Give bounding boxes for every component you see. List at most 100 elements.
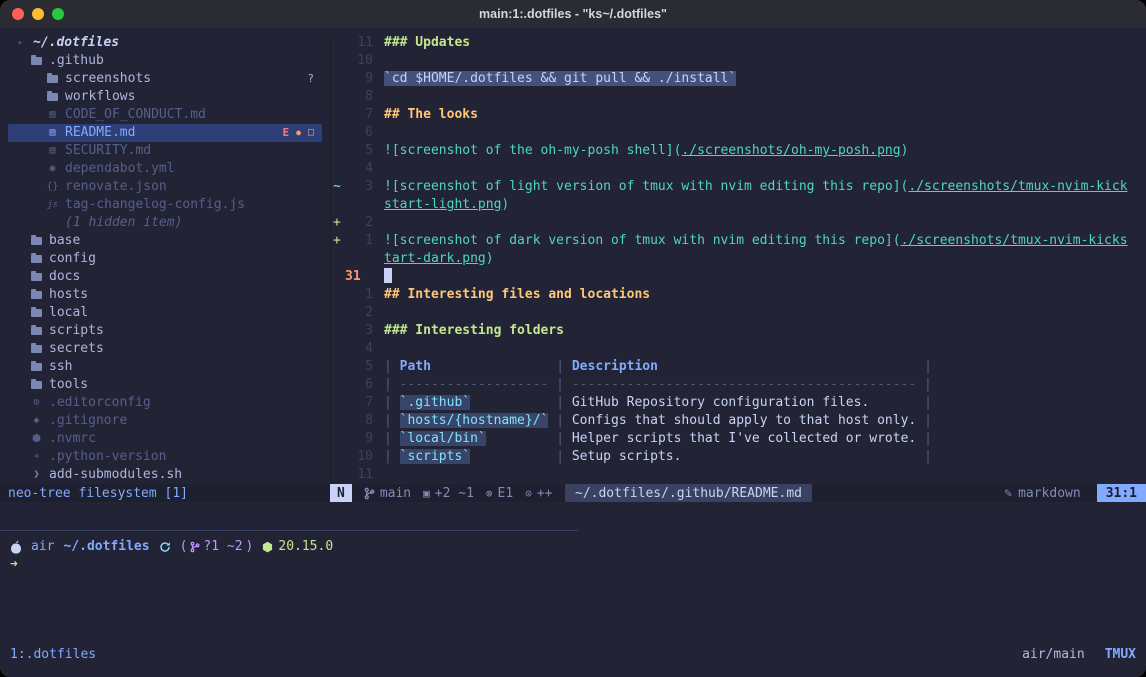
gutter-sign: [330, 376, 345, 394]
text-segment-pipe: |: [384, 413, 400, 428]
editor-line[interactable]: +2: [330, 214, 1146, 232]
text-segment-pipe: |: [556, 431, 572, 446]
shell-pane[interactable]: air ~/.dotfiles ( ?1 ~2 ) 20.15.0 ➜: [10, 538, 333, 574]
tree-item-label: renovate.json: [65, 178, 167, 196]
tree-item[interactable]: ◉dependabot.yml: [8, 160, 322, 178]
line-number: 1: [345, 232, 373, 250]
text-segment-pipe: |: [924, 431, 932, 446]
shell-prompt: air ~/.dotfiles ( ?1 ~2 ) 20.15.0: [10, 538, 333, 556]
prompt-path: ~/.dotfiles: [63, 538, 149, 556]
tree-item[interactable]: jstag-changelog-config.js: [8, 196, 322, 214]
line-number: 5: [345, 142, 373, 160]
tree-item[interactable]: .github: [8, 52, 322, 70]
text-segment-link: ): [501, 197, 509, 212]
tree-item[interactable]: .nvmrc: [8, 430, 322, 448]
editor-line[interactable]: 2: [330, 304, 1146, 322]
gutter-sign: [330, 340, 345, 358]
text-segment-th: Description: [572, 359, 924, 374]
tree-item[interactable]: ssh: [8, 358, 322, 376]
tree-item-label: scripts: [49, 322, 104, 340]
tree-item[interactable]: ▸~/.dotfiles: [8, 34, 322, 52]
folder-icon: [31, 345, 42, 353]
editor-line[interactable]: 7## The looks: [330, 106, 1146, 124]
text-cursor: [384, 268, 392, 283]
tree-item[interactable]: local: [8, 304, 322, 322]
editor-line[interactable]: 8| `hosts/{hostname}/` | Configs that sh…: [330, 412, 1146, 430]
folder-icon: [31, 291, 42, 299]
editor-line[interactable]: 4: [330, 160, 1146, 178]
editor-line[interactable]: 10| `scripts` | Setup scripts. |: [330, 448, 1146, 466]
titlebar: main:1:.dotfiles - "ks~/.dotfiles": [0, 0, 1146, 29]
editor-line[interactable]: +1![screenshot of dark version of tmux w…: [330, 232, 1146, 250]
editor-line[interactable]: 7| `.github` | GitHub Repository configu…: [330, 394, 1146, 412]
tree-item[interactable]: ⚙.editorconfig: [8, 394, 322, 412]
tree-item[interactable]: ∗.python-version: [8, 448, 322, 466]
text-segment-link: ![screenshot of dark version of tmux wit…: [384, 233, 901, 248]
tree-item[interactable]: workflows: [8, 88, 322, 106]
line-number: 9: [345, 70, 373, 88]
node-icon: [30, 430, 43, 448]
tree-item[interactable]: tools: [8, 376, 322, 394]
tmux-statusbar-right: air/main TMUX: [1022, 646, 1136, 664]
zoom-button[interactable]: [52, 8, 64, 20]
tree-item[interactable]: ▤README.mdE●□: [8, 124, 322, 142]
tree-item[interactable]: hosts: [8, 286, 322, 304]
tree-item[interactable]: {}renovate.json: [8, 178, 322, 196]
editor-line[interactable]: 6| ------------------- | ---------------…: [330, 376, 1146, 394]
tree-item[interactable]: ❯add-submodules.sh: [8, 466, 322, 484]
line-number: 4: [345, 340, 373, 358]
line-text: | `.github` | GitHub Repository configur…: [384, 394, 1146, 412]
editor-line[interactable]: 6: [330, 124, 1146, 142]
editor-line[interactable]: 8: [330, 88, 1146, 106]
tree-item[interactable]: (1 hidden item): [8, 214, 322, 232]
line-number: [345, 196, 373, 214]
editor-line[interactable]: 3### Interesting folders: [330, 322, 1146, 340]
text-segment-pipe: |: [924, 449, 932, 464]
tree-item[interactable]: docs: [8, 268, 322, 286]
tree-item[interactable]: secrets: [8, 340, 322, 358]
tmux-window-tab[interactable]: 1:.dotfiles: [10, 646, 96, 664]
editor-line[interactable]: 1## Interesting files and locations: [330, 286, 1146, 304]
prompt-arrow-icon[interactable]: ➜: [10, 556, 333, 574]
editor-line[interactable]: 4: [330, 340, 1146, 358]
text-segment-url: tart-dark.png: [384, 251, 486, 266]
text-segment-url: ./screenshots/oh-my-posh.png: [681, 143, 900, 158]
editor-line[interactable]: 11: [330, 466, 1146, 484]
editor-line[interactable]: ~3![screenshot of light version of tmux …: [330, 178, 1146, 196]
tree-item[interactable]: ◆.gitignore: [8, 412, 322, 430]
editor-line[interactable]: tart-dark.png): [330, 250, 1146, 268]
tree-item-label: hosts: [49, 286, 88, 304]
tree-item-label: screenshots: [65, 70, 151, 88]
minimize-button[interactable]: [32, 8, 44, 20]
tree-item[interactable]: ▤SECURITY.md: [8, 142, 322, 160]
cursor-position: 31:1: [1097, 484, 1146, 502]
close-button[interactable]: [12, 8, 24, 20]
text-segment-h2: ## Interesting files and locations: [384, 287, 650, 302]
tree-item[interactable]: ▤CODE_OF_CONDUCT.md: [8, 106, 322, 124]
tree-item[interactable]: screenshots?: [8, 70, 322, 88]
editor-line[interactable]: 9| `local/bin` | Helper scripts that I'v…: [330, 430, 1146, 448]
tree-item[interactable]: base: [8, 232, 322, 250]
text-segment-plain: GitHub Repository configuration files.: [572, 395, 924, 410]
tree-item-label: ~/.dotfiles: [33, 34, 119, 52]
sync-icon: [159, 541, 171, 553]
editor-line[interactable]: 31: [330, 268, 1146, 286]
gutter-sign: [330, 142, 345, 160]
gutter-sign: [330, 124, 345, 142]
tree-item[interactable]: scripts: [8, 322, 322, 340]
editor-line[interactable]: 10: [330, 52, 1146, 70]
line-text: | `local/bin` | Helper scripts that I've…: [384, 430, 1146, 448]
tmux-pane-divider[interactable]: [0, 530, 578, 531]
editor-line[interactable]: start-light.png): [330, 196, 1146, 214]
line-text: [384, 268, 1146, 286]
editor-line[interactable]: 11### Updates: [330, 34, 1146, 52]
editor-line[interactable]: 5| Path | Description |: [330, 358, 1146, 376]
folder-icon: [31, 381, 42, 389]
terminal-window: main:1:.dotfiles - "ks~/.dotfiles" ▸~/.d…: [0, 0, 1146, 677]
editor-line[interactable]: 5![screenshot of the oh-my-posh shell](.…: [330, 142, 1146, 160]
tree-item-label: base: [49, 232, 80, 250]
editor-line[interactable]: 9`cd $HOME/.dotfiles && git pull && ./in…: [330, 70, 1146, 88]
gutter-sign: ~: [330, 178, 345, 196]
line-number: 6: [345, 376, 373, 394]
tree-item[interactable]: config: [8, 250, 322, 268]
